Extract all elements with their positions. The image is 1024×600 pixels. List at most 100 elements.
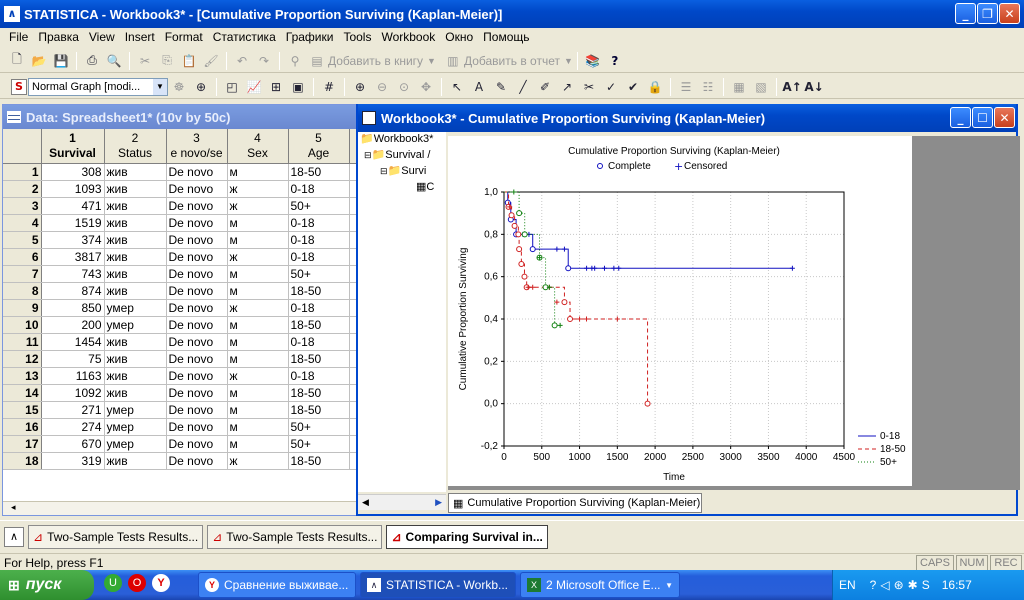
style-s-icon[interactable]: S (11, 78, 27, 95)
table-cell[interactable]: 18-50 (288, 401, 350, 419)
save-icon[interactable]: 💾 (51, 51, 71, 71)
table-cell[interactable]: 0-18 (288, 248, 350, 266)
table-cell[interactable]: 874 (41, 282, 105, 300)
row-header[interactable]: 3 (3, 197, 42, 215)
table-cell[interactable]: 1093 (41, 180, 105, 198)
line-tool-icon[interactable]: ╱ (513, 77, 533, 97)
add-to-report-icon[interactable]: ▥ (443, 51, 463, 71)
tree-node-workbook[interactable]: 📁Workbook3* (360, 132, 433, 145)
table-cell[interactable]: жив (104, 197, 167, 215)
table-row[interactable]: 16 274 умер De novo м 50+ (3, 418, 357, 436)
os-task-statistica[interactable]: ∧ STATISTICA - Workb... (360, 572, 516, 598)
open-icon[interactable]: 📂 (29, 51, 49, 71)
table-cell[interactable]: 271 (41, 401, 105, 419)
table-cell[interactable]: м (227, 231, 289, 249)
scroll-left-icon[interactable]: ◀ (362, 497, 369, 508)
table-cell[interactable]: De novo (166, 333, 228, 351)
plot-icon[interactable]: 📈 (244, 77, 264, 97)
chart-icon[interactable]: ▣ (288, 77, 308, 97)
column-header[interactable]: 5 Age (288, 129, 350, 164)
bluetooth-tray-icon[interactable]: ✱ (908, 578, 918, 592)
table-cell[interactable]: 1092 (41, 384, 105, 402)
table-cell[interactable]: 50+ (288, 265, 350, 283)
menu-10[interactable]: Помощь (478, 27, 534, 47)
table-cell[interactable]: 18-50 (288, 316, 350, 334)
mdi-task-2[interactable]: ⊿ Comparing Survival in... (386, 524, 548, 549)
ungroup-icon[interactable]: ▧ (751, 77, 771, 97)
row-header[interactable]: 8 (3, 282, 42, 300)
layout-icon[interactable]: ⊞ (266, 77, 286, 97)
table-cell[interactable]: De novo (166, 418, 228, 436)
table-row[interactable]: 15 271 умер De novo м 18-50 (3, 401, 357, 419)
table-cell[interactable]: De novo (166, 282, 228, 300)
mdi-task-0[interactable]: ⊿ Two-Sample Tests Results... (28, 524, 204, 549)
quick-launch-1-icon[interactable]: U (104, 574, 122, 592)
check-tool-icon[interactable]: ✔ (623, 77, 643, 97)
row-header[interactable]: 10 (3, 316, 42, 334)
main-title-bar[interactable]: ∧ STATISTICA - Workbook3* - [Cumulative … (0, 0, 1024, 28)
add-to-report-button[interactable]: Добавить в отчет (464, 54, 560, 68)
table-cell[interactable]: 18-50 (288, 282, 350, 300)
table-cell[interactable]: 670 (41, 435, 105, 453)
books-icon[interactable]: 📚 (583, 51, 603, 71)
row-header[interactable]: 9 (3, 299, 42, 317)
workbook-maximize-button[interactable]: ☐ (972, 107, 993, 128)
zoom-out-icon[interactable]: ⊖ (372, 77, 392, 97)
row-header[interactable]: 17 (3, 435, 42, 453)
workbook-title-bar[interactable]: Workbook3* - Cumulative Proportion Survi… (358, 104, 1016, 132)
table-cell[interactable]: жив (104, 282, 167, 300)
table-cell[interactable]: жив (104, 384, 167, 402)
row-header[interactable]: 7 (3, 265, 42, 283)
zoom-icon[interactable]: ⊕ (191, 77, 211, 97)
table-cell[interactable]: умер (104, 316, 167, 334)
row-header[interactable]: 1 (3, 163, 42, 181)
group-icon[interactable]: ▦ (729, 77, 749, 97)
table-cell[interactable]: 743 (41, 265, 105, 283)
table-cell[interactable]: м (227, 282, 289, 300)
pan-icon[interactable]: ✥ (416, 77, 436, 97)
undo-icon[interactable]: ↶ (232, 51, 252, 71)
row-header[interactable]: 5 (3, 231, 42, 249)
table-row[interactable]: 6 3817 жив De novo ж 0-18 (3, 248, 357, 266)
table-cell[interactable]: м (227, 435, 289, 453)
row-header[interactable]: 4 (3, 214, 42, 232)
mdi-app-icon[interactable]: ∧ (4, 526, 24, 547)
table-cell[interactable]: м (227, 316, 289, 334)
tree-hscrollbar[interactable]: ◀ ▶ (358, 494, 446, 510)
yandex-icon[interactable]: Y (152, 574, 170, 592)
restore-button[interactable]: ❐ (977, 3, 998, 24)
menu-6[interactable]: Графики (281, 27, 339, 47)
table-cell[interactable]: м (227, 265, 289, 283)
table-cell[interactable]: жив (104, 367, 167, 385)
menu-0[interactable]: File (4, 27, 33, 47)
table-cell[interactable]: умер (104, 299, 167, 317)
table-cell[interactable]: De novo (166, 265, 228, 283)
table-row[interactable]: 2 1093 жив De novo ж 0-18 (3, 180, 357, 198)
table-cell[interactable]: жив (104, 333, 167, 351)
column-header[interactable]: 3e novo/se (166, 129, 228, 164)
redo-icon[interactable]: ↷ (254, 51, 274, 71)
table-cell[interactable]: De novo (166, 180, 228, 198)
pen-tool-icon[interactable]: ✐ (535, 77, 555, 97)
table-cell[interactable]: м (227, 384, 289, 402)
table-cell[interactable]: 200 (41, 316, 105, 334)
os-task-office[interactable]: X 2 Microsoft Office E... ▼ (520, 572, 680, 598)
start-button[interactable]: ⊞ пуск (0, 570, 94, 600)
table-cell[interactable]: 1519 (41, 214, 105, 232)
font-decrease-icon[interactable]: A↓ (804, 77, 824, 97)
row-header[interactable]: 16 (3, 418, 42, 436)
marker-tool-icon[interactable]: ✓ (601, 77, 621, 97)
menu-7[interactable]: Tools (338, 27, 376, 47)
table-cell[interactable]: 18-50 (288, 163, 350, 181)
tree-node-survi[interactable]: ⊟📁Survi (380, 164, 426, 177)
row-header[interactable]: 12 (3, 350, 42, 368)
grid-icon[interactable]: # (319, 77, 339, 97)
add-to-book-button[interactable]: Добавить в книгу (328, 54, 423, 68)
tree-node-graph[interactable]: ▦C (416, 180, 434, 193)
table-cell[interactable]: 0-18 (288, 214, 350, 232)
kaplan-meier-chart[interactable]: 0 500 1000 1500 2000 2500 3000 3500 4000 4500 -0,2… (448, 136, 912, 486)
table-row[interactable]: 14 1092 жив De novo м 18-50 (3, 384, 357, 402)
table-cell[interactable]: ж (227, 299, 289, 317)
table-cell[interactable]: 18-50 (288, 350, 350, 368)
table-cell[interactable]: 1163 (41, 367, 105, 385)
